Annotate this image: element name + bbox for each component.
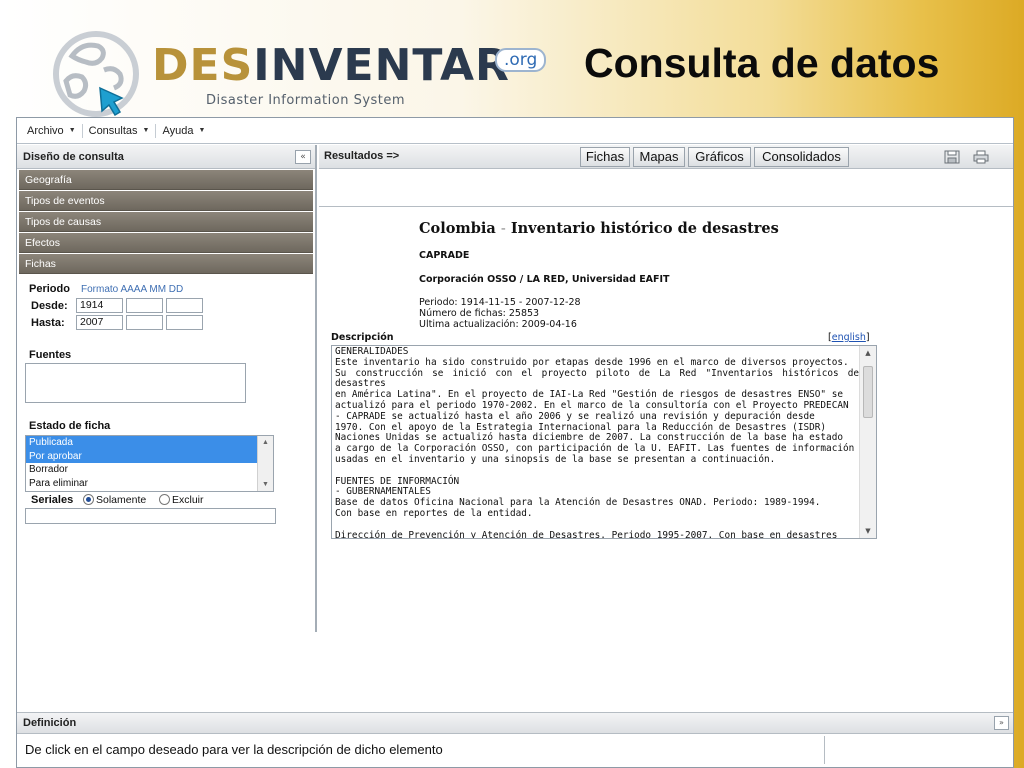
desinventar-logo: DESINVENTAR .org Disaster Information Sy… — [40, 20, 560, 117]
estado-ficha-listbox[interactable]: Publicada Por aprobar Borrador Para elim… — [25, 435, 274, 492]
menu-consultas[interactable]: Consultas ▼ — [83, 125, 156, 137]
description-scrollbar[interactable]: ▲ ▼ — [859, 346, 876, 538]
listbox-scrollbar[interactable]: ▲ ▼ — [257, 436, 273, 491]
scroll-down-icon[interactable]: ▼ — [258, 481, 273, 488]
date-format-hint: Formato AAAA MM DD — [81, 284, 184, 295]
accordion-geografia[interactable]: Geografía — [19, 170, 313, 190]
scroll-down-icon[interactable]: ▼ — [860, 527, 876, 535]
brand-part-des: DES — [152, 40, 254, 91]
tagline: Disaster Information System — [206, 93, 406, 108]
accordion-tipos-eventos[interactable]: Tipos de eventos — [19, 191, 313, 211]
chevron-down-icon: ▼ — [198, 127, 206, 134]
seriales-solamente-radio[interactable]: Solamente — [83, 494, 146, 506]
database-summary: Colombia - Inventario histórico de desas… — [319, 145, 1013, 685]
desc-line: Con base en reportes de la entidad. — [335, 507, 533, 519]
org-badge: .org — [495, 48, 547, 72]
seriales-input[interactable] — [25, 508, 276, 524]
menu-consultas-label: Consultas — [88, 124, 138, 137]
app-window: Archivo ▼ Consultas ▼ Ayuda ▼ Diseño de con… — [16, 117, 1014, 768]
slide-title: Consulta de datos — [584, 40, 940, 86]
hasta-day-input[interactable] — [166, 315, 203, 330]
desc-line: Su construcción se inició con el proyect… — [335, 367, 859, 390]
hasta-month-input[interactable] — [126, 315, 163, 330]
description-textarea[interactable]: GENERALIDADES Este inventario ha sido co… — [331, 345, 877, 539]
desde-year-input[interactable]: 1914 — [76, 298, 123, 313]
desde-label: Desde: — [31, 300, 68, 312]
desc-line: Dirección de Prevención y Atención de De… — [335, 529, 838, 539]
estado-option-borrador[interactable]: Borrador — [26, 463, 273, 477]
desde-month-input[interactable] — [126, 298, 163, 313]
hasta-label: Hasta: — [31, 317, 65, 329]
definicion-text: De click en el campo deseado para ver la… — [17, 736, 825, 764]
results-panel: Resultados => Fichas Mapas Gráficos Cons… — [319, 145, 1013, 711]
inventory-title: Colombia - Inventario histórico de desas… — [419, 220, 779, 237]
seriales-solamente-label: Solamente — [96, 494, 147, 506]
ultima-actualizacion-text: Ultima actualización: 2009-04-16 — [419, 319, 577, 330]
scroll-up-icon[interactable]: ▲ — [860, 349, 876, 357]
desde-day-input[interactable] — [166, 298, 203, 313]
country-name: Colombia — [419, 220, 496, 237]
radio-unselected-icon[interactable] — [159, 494, 170, 505]
chevron-down-icon: ▼ — [68, 127, 76, 134]
scroll-up-icon[interactable]: ▲ — [258, 439, 273, 446]
estado-option-publicada[interactable]: Publicada — [26, 436, 273, 450]
desc-blank-line — [335, 520, 859, 531]
accordion-tipos-causas[interactable]: Tipos de causas — [19, 212, 313, 232]
numero-fichas-text: Número de fichas: 25853 — [419, 308, 540, 319]
title-separator: - — [500, 221, 506, 237]
seriales-excluir-radio[interactable]: Excluir — [159, 494, 204, 506]
estado-ficha-label: Estado de ficha — [29, 420, 111, 432]
inventory-name: Inventario histórico de desastres — [510, 220, 779, 237]
seriales-label: Seriales — [31, 494, 74, 506]
menu-ayuda[interactable]: Ayuda ▼ — [156, 125, 211, 137]
descripcion-label: Descripción — [331, 332, 394, 343]
periodo-label: Periodo — [29, 283, 70, 295]
menu-archivo[interactable]: Archivo ▼ — [21, 125, 82, 137]
organization-name: Corporación OSSO / LA RED, Universidad E… — [419, 274, 670, 285]
english-link-wrapper: [english] — [828, 332, 870, 343]
estado-option-por-aprobar[interactable]: Por aprobar — [26, 449, 273, 463]
desc-blank-line — [335, 466, 859, 477]
english-link[interactable]: english — [832, 332, 866, 343]
fuentes-label: Fuentes — [29, 349, 72, 361]
radio-selected-icon[interactable] — [83, 494, 94, 505]
query-design-panel: Diseño de consulta « Geografía Tipos de … — [17, 145, 317, 632]
seriales-excluir-label: Excluir — [172, 494, 204, 506]
desc-line: - CAPRADE se actualizó hasta el año 2006… — [335, 410, 815, 422]
globe-logo-icon — [53, 31, 139, 117]
scrollbar-thumb[interactable] — [863, 366, 873, 418]
definicion-title: Definición — [23, 717, 77, 729]
estado-option-para-eliminar[interactable]: Para eliminar — [26, 477, 273, 491]
query-design-title: Diseño de consulta — [23, 150, 124, 163]
query-design-header: Diseño de consulta « — [17, 145, 315, 169]
desc-line: Este inventario ha sido construido por e… — [335, 356, 849, 368]
brand-name: DESINVENTAR — [152, 44, 510, 88]
menu-ayuda-label: Ayuda — [162, 124, 194, 137]
description-text: GENERALIDADES Este inventario ha sido co… — [335, 346, 859, 539]
accordion-efectos[interactable]: Efectos — [19, 233, 313, 253]
brand-part-inventar: INVENTAR — [253, 40, 510, 91]
expand-definition-icon[interactable]: » — [994, 716, 1009, 730]
hasta-year-input[interactable]: 2007 — [76, 315, 123, 330]
desc-line: usadas en el inventario y una sinopsis d… — [335, 453, 776, 465]
menu-archivo-label: Archivo — [27, 124, 64, 137]
accordion-fichas[interactable]: Fichas — [19, 254, 313, 274]
project-name: CAPRADE — [419, 250, 470, 261]
fuentes-textarea[interactable] — [25, 363, 246, 403]
menubar: Archivo ▼ Consultas ▼ Ayuda ▼ — [17, 118, 1013, 144]
definicion-header: Definición » — [17, 712, 1013, 734]
collapse-left-icon[interactable]: « — [295, 149, 311, 164]
periodo-text: Periodo: 1914-11-15 - 2007-12-28 — [419, 297, 581, 308]
chevron-down-icon: ▼ — [142, 127, 150, 134]
